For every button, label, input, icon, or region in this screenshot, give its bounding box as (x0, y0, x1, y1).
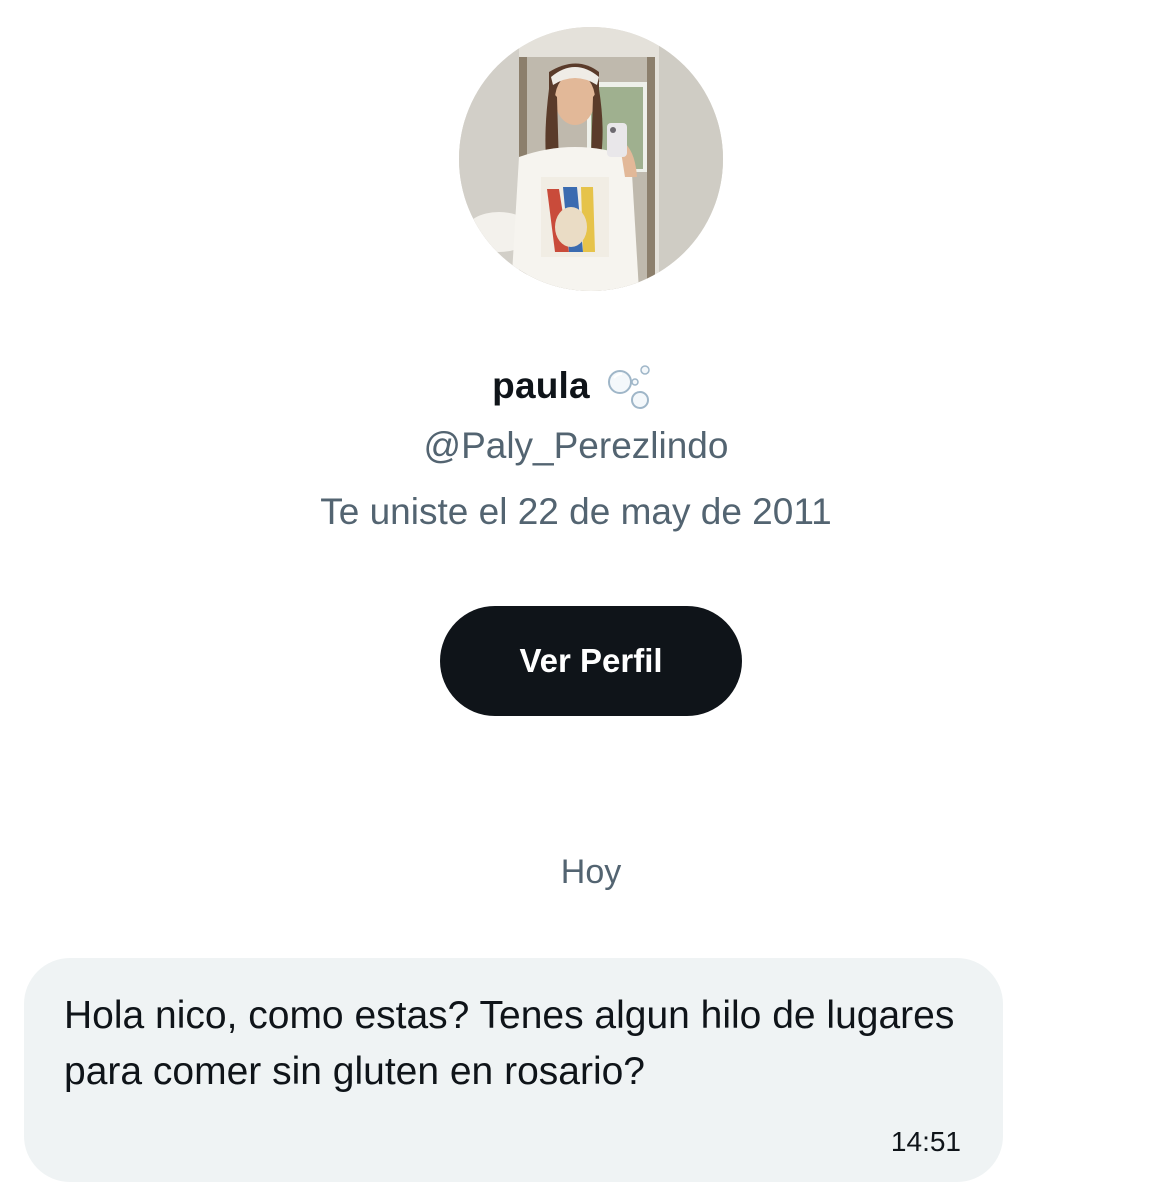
profile-handle: @Paly_Perezlindo (423, 425, 729, 466)
join-date: Te uniste el 22 de may de 2011 (320, 491, 832, 532)
profile-header: paula @Paly_Perezlindo Te uniste el 22 d… (0, 0, 1152, 720)
avatar-photo (459, 27, 723, 291)
day-separator: Hoy (560, 853, 622, 891)
avatar[interactable] (459, 27, 723, 291)
message-timestamp: 14:51 (890, 1126, 961, 1157)
view-profile-button[interactable]: Ver Perfil (440, 606, 742, 716)
bubbles-icon (607, 365, 650, 409)
message-bubble[interactable]: Hola nico, como estas? Tenes algun hilo … (24, 958, 1003, 1182)
name-row: paula (0, 358, 1152, 414)
message-text: Hola nico, como estas? Tenes algun hilo … (64, 994, 955, 1093)
display-name: paula (492, 365, 590, 406)
